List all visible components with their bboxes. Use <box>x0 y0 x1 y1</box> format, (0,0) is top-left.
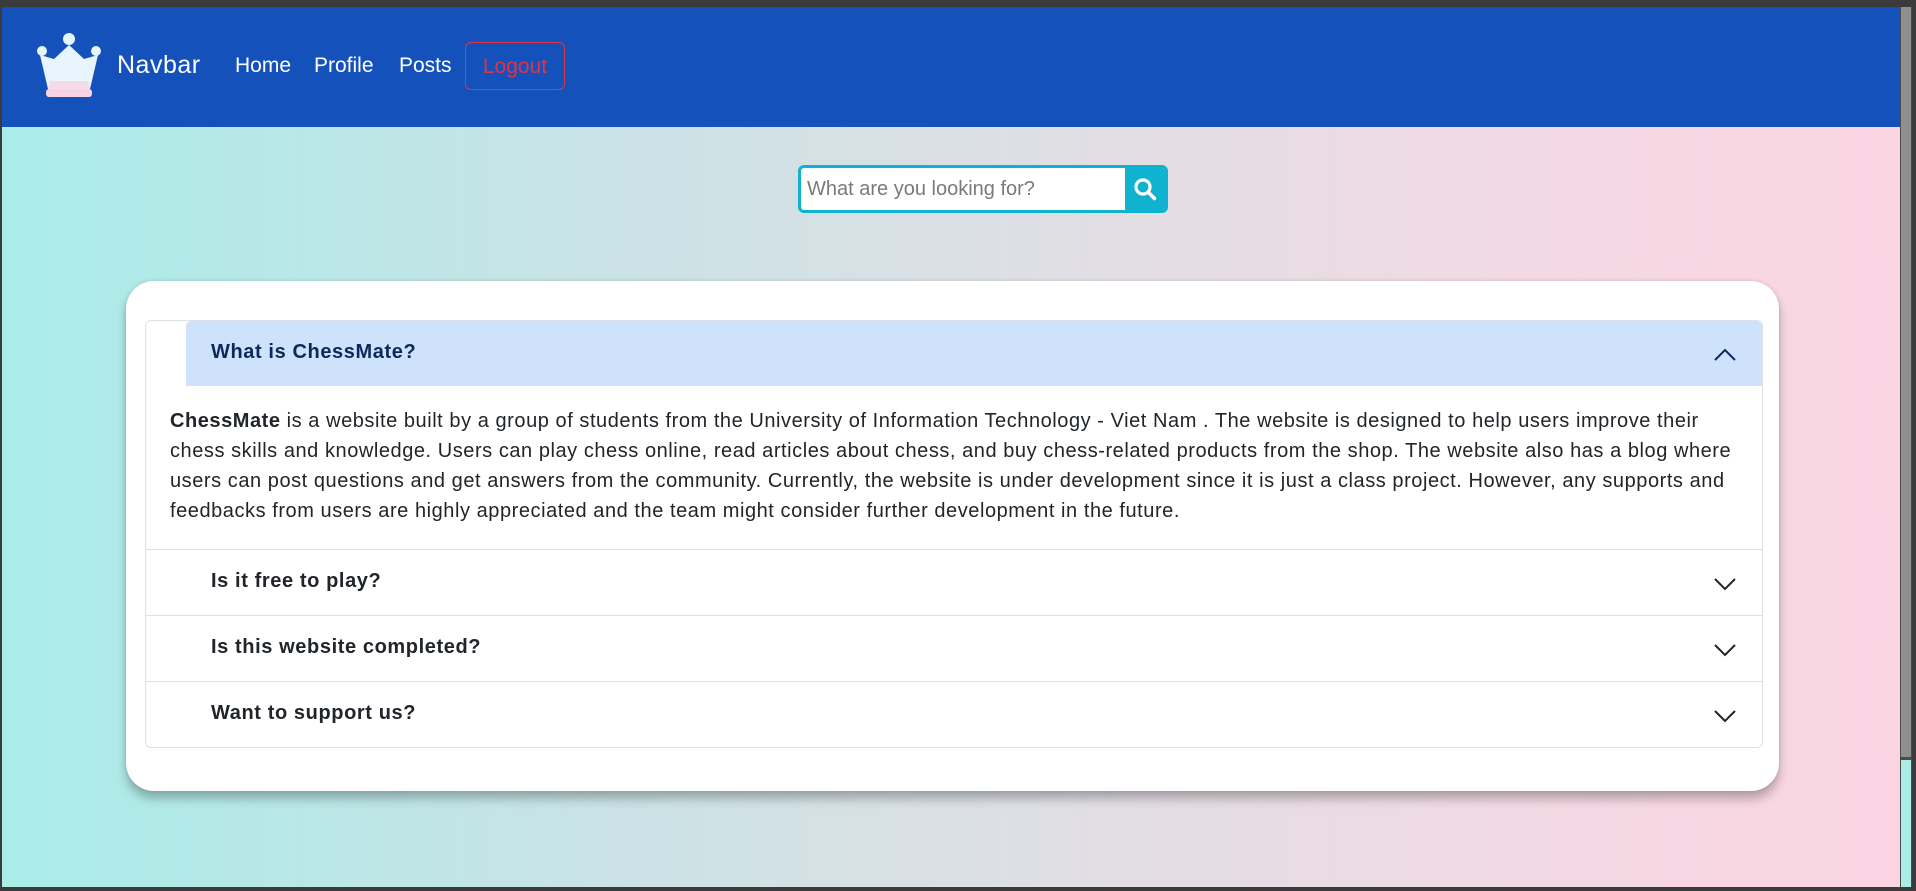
logout-button[interactable]: Logout <box>465 42 565 90</box>
search-button[interactable] <box>1125 168 1165 210</box>
nav-link-home[interactable]: Home <box>235 54 291 78</box>
faq-answer-text: is a website built by a group of student… <box>170 410 1732 522</box>
faq-question-button[interactable]: Want to support us? <box>146 682 1762 747</box>
faq-answer: ChessMate is a website built by a group … <box>146 386 1762 549</box>
chevron-down-icon <box>1714 710 1736 723</box>
scrollbar[interactable] <box>1900 7 1912 887</box>
chevron-up-icon <box>1714 348 1736 361</box>
page-viewport: Navbar Home Profile Posts Logout What is… <box>2 7 1900 887</box>
navbar-brand[interactable]: Navbar <box>117 51 201 80</box>
faq-accordion: What is ChessMate? ChessMate is a websit… <box>145 320 1763 748</box>
chevron-down-icon <box>1714 578 1736 591</box>
faq-question: What is ChessMate? <box>211 341 417 363</box>
search-icon <box>1134 178 1157 201</box>
faq-question-button[interactable]: Is it free to play? <box>146 550 1762 615</box>
faq-question: Is this website completed? <box>211 636 482 658</box>
crown-icon[interactable] <box>36 31 102 101</box>
faq-question: Want to support us? <box>211 702 417 724</box>
search-bar <box>798 165 1168 213</box>
faq-item: Want to support us? <box>146 681 1762 747</box>
faq-question-button[interactable]: What is ChessMate? <box>186 321 1762 386</box>
chevron-down-icon <box>1714 644 1736 657</box>
faq-item: Is this website completed? <box>146 615 1762 681</box>
scrollbar-thumb[interactable] <box>1901 7 1911 757</box>
search-input[interactable] <box>801 168 1125 210</box>
faq-question-button[interactable]: Is this website completed? <box>146 616 1762 681</box>
navbar: Navbar Home Profile Posts Logout <box>2 7 1900 127</box>
nav-link-profile[interactable]: Profile <box>314 54 374 78</box>
faq-item: Is it free to play? <box>146 549 1762 615</box>
faq-item: What is ChessMate? ChessMate is a websit… <box>146 321 1762 549</box>
scrollbar-track <box>1901 760 1911 887</box>
faq-card: What is ChessMate? ChessMate is a websit… <box>126 281 1779 791</box>
faq-answer-highlight: ChessMate <box>170 410 281 432</box>
nav-link-posts[interactable]: Posts <box>399 54 452 78</box>
faq-question: Is it free to play? <box>211 570 382 592</box>
